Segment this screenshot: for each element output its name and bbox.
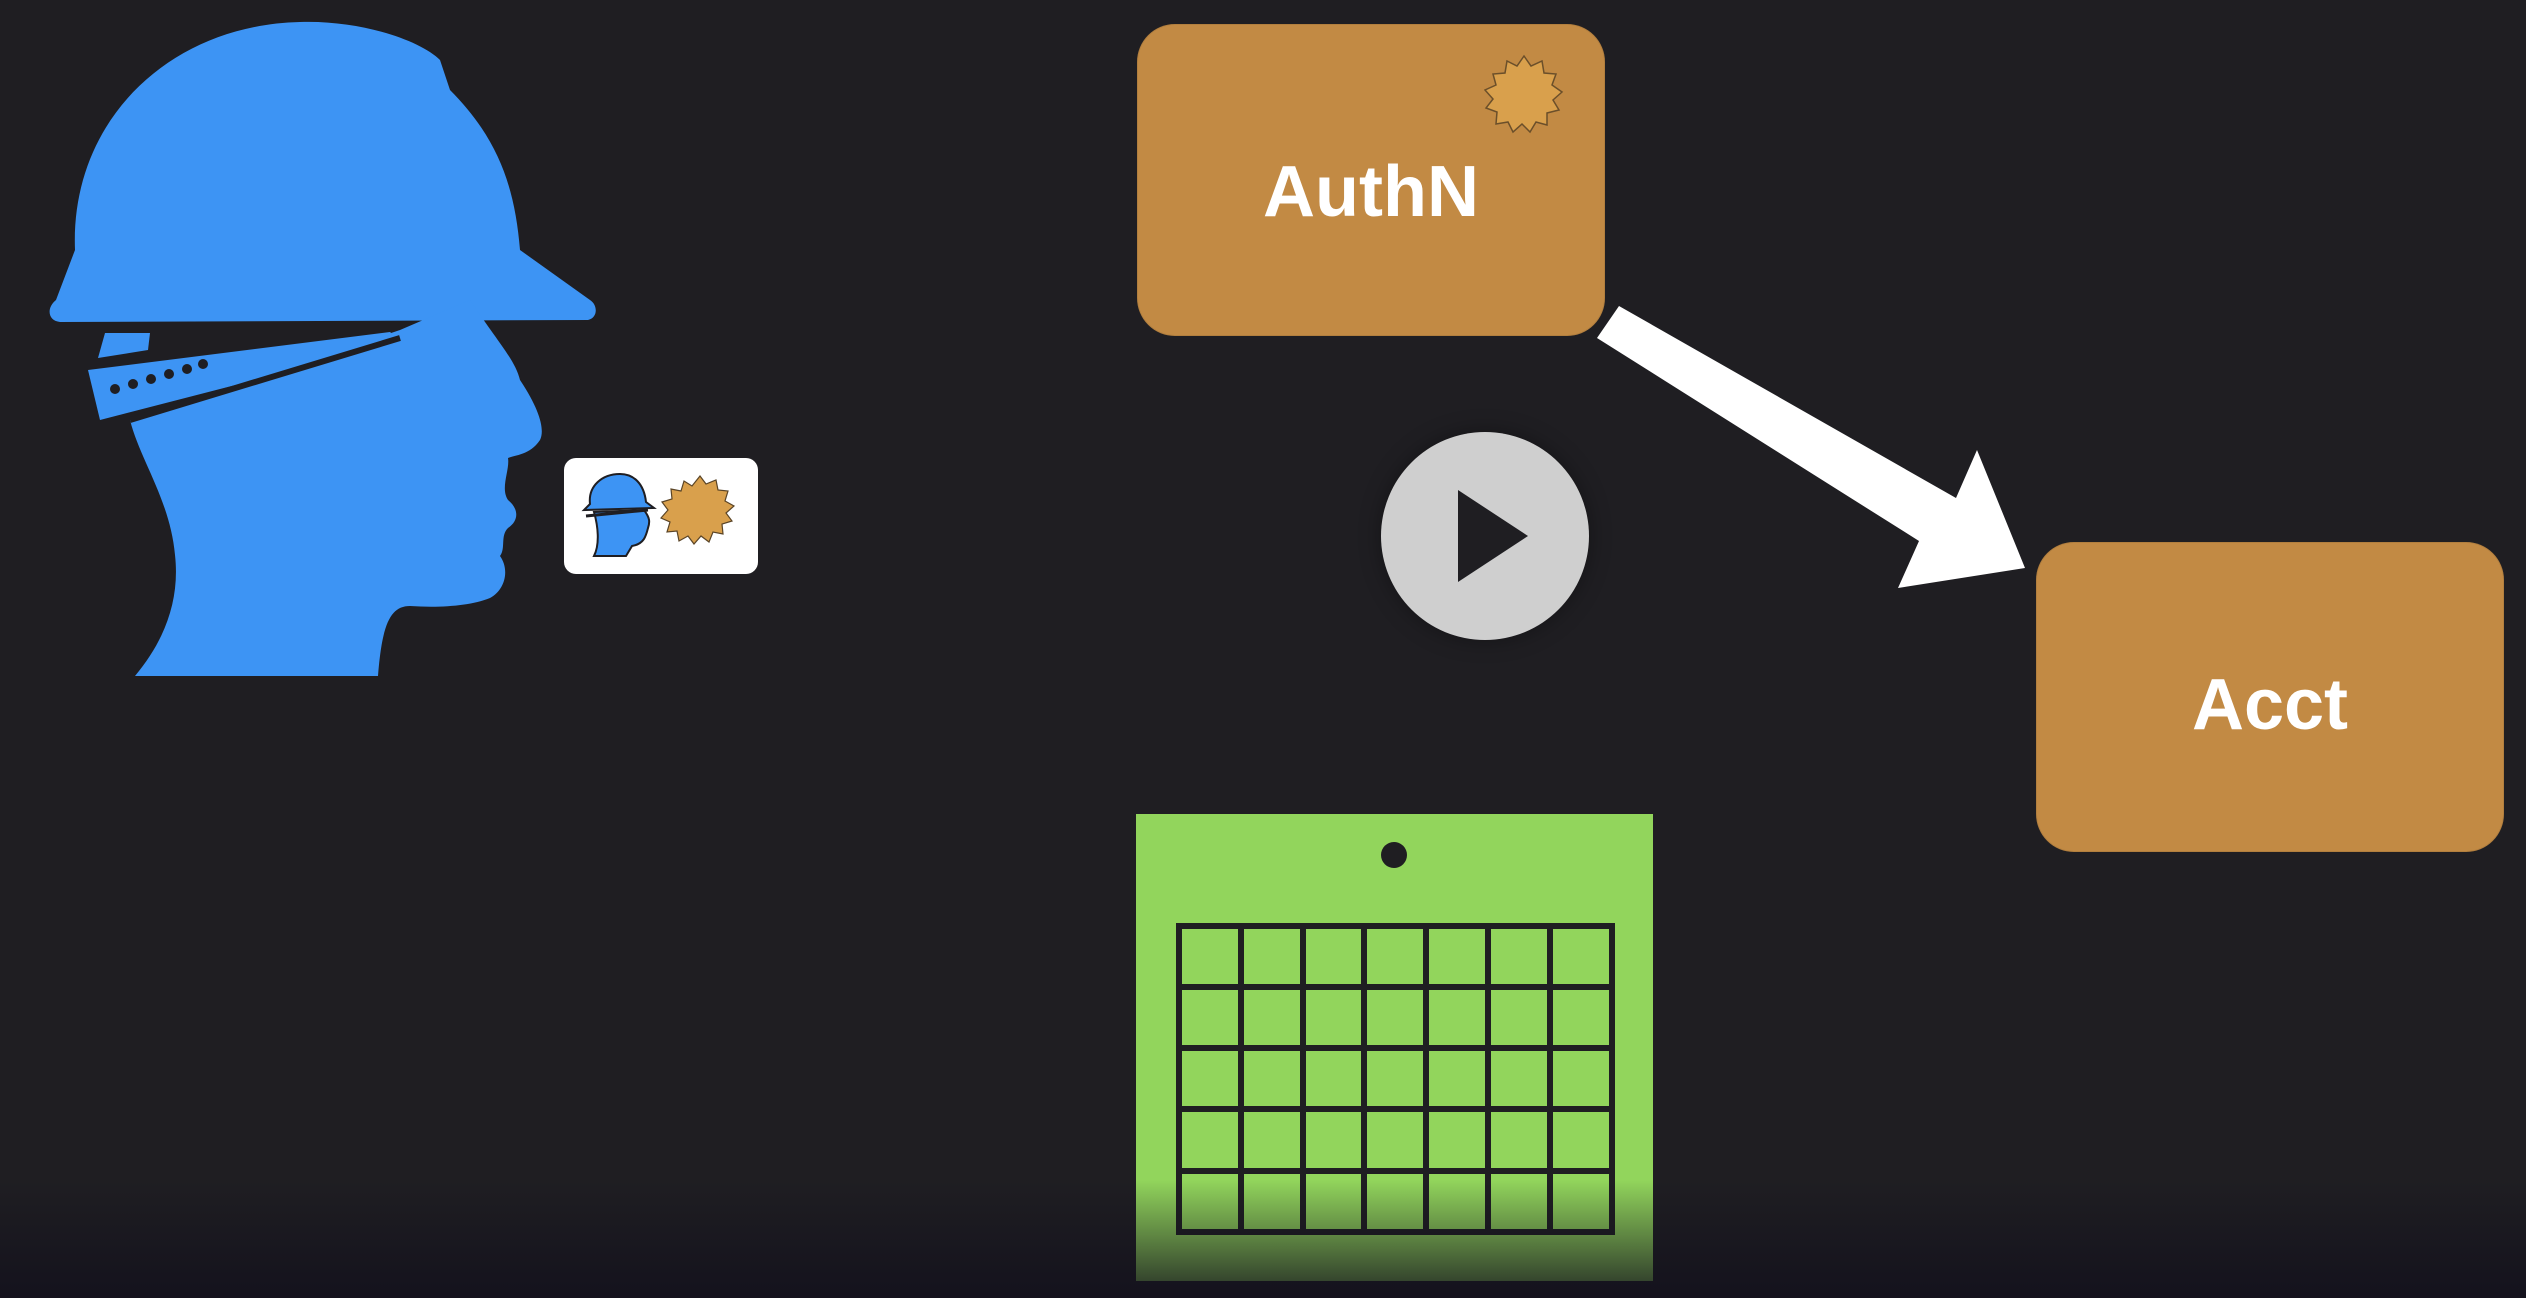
acct-label: Acct	[2191, 665, 2349, 745]
seal-badge-icon	[1484, 54, 1564, 134]
play-icon	[1458, 490, 1528, 582]
authn-service-box: AuthN	[1137, 24, 1605, 336]
credential-card	[564, 458, 758, 574]
hardhat-head-icon	[49, 21, 596, 676]
mini-hardhat-head-icon	[581, 472, 736, 557]
authn-label: AuthN	[1263, 152, 1479, 232]
calendar-icon	[1136, 814, 1653, 1281]
acct-service-box: Acct	[2036, 542, 2504, 852]
play-button[interactable]	[1381, 432, 1589, 640]
seal-badge-icon	[660, 475, 736, 545]
video-frame: AuthN Acct	[0, 0, 2526, 1298]
